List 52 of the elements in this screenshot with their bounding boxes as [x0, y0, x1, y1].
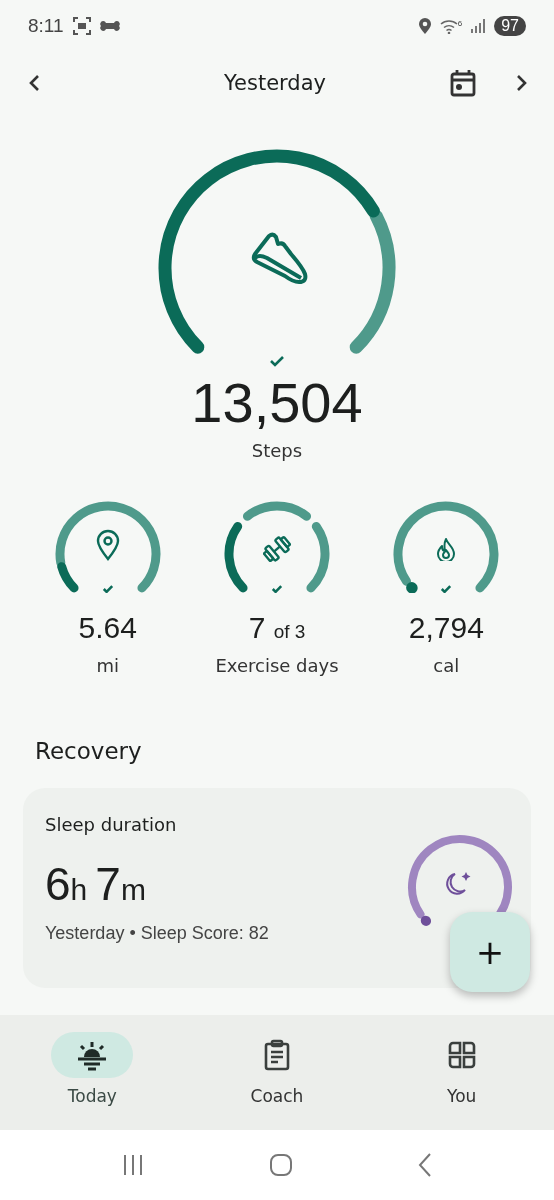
sleep-duration: 6h 7m: [45, 856, 147, 911]
add-button[interactable]: +: [450, 912, 530, 992]
location-icon: [417, 17, 432, 35]
page-title: Yesterday: [223, 71, 327, 95]
check-icon: [441, 584, 452, 593]
signal-icon: [470, 18, 487, 34]
battery-level: 97: [494, 16, 526, 36]
screenshot-icon: [71, 16, 92, 36]
section-heading: Recovery: [35, 737, 143, 764]
next-day-button[interactable]: [516, 74, 528, 92]
dumbbell-icon: [261, 534, 293, 564]
ring-fill: [420, 915, 432, 926]
card-title: Sleep duration: [45, 813, 178, 835]
ring-fill: [56, 561, 79, 593]
steps-label: Steps: [250, 439, 304, 461]
recents-button[interactable]: [122, 1154, 145, 1176]
clock: 8:11: [28, 15, 64, 37]
metric-label: mi: [96, 654, 119, 676]
flame-icon: [438, 538, 455, 562]
check-icon: [271, 584, 283, 593]
clipboard-icon: [263, 1039, 291, 1071]
nav-tab[interactable]: Coach: [184, 1032, 370, 1130]
moon-icon: [446, 871, 471, 895]
calendar-icon: [450, 69, 476, 97]
grid-icon: [446, 1040, 477, 1070]
wifi-icon: [439, 18, 458, 34]
previous-day-button[interactable]: [28, 74, 40, 92]
bone-icon: [99, 20, 120, 32]
ring-segment-fill: [224, 521, 248, 593]
recents-icon: [122, 1154, 145, 1176]
back-button[interactable]: [417, 1153, 432, 1177]
check-icon: [270, 356, 284, 367]
home-icon: [269, 1153, 293, 1177]
metric-value: 7 of 3: [248, 610, 306, 645]
sleep-summary: Yesterday • Sleep Score: 82: [45, 922, 270, 944]
home-button[interactable]: [269, 1153, 293, 1177]
metric-value: 2,794: [408, 610, 484, 645]
location-pin-icon: [97, 530, 118, 559]
chevron-left-icon: [28, 74, 40, 92]
back-icon: [417, 1153, 432, 1177]
check-icon: [102, 584, 113, 593]
chevron-right-icon: [516, 74, 528, 92]
metric-label: Exercise days: [215, 654, 339, 676]
nav-tab[interactable]: Today: [0, 1032, 185, 1130]
calendar-button[interactable]: [450, 69, 476, 97]
metric-label: cal: [433, 654, 460, 676]
metric-value: 5.64: [78, 610, 137, 645]
nav-tab[interactable]: You: [369, 1032, 554, 1130]
step-count: 13,504: [190, 372, 364, 434]
network-type-label: 6: [457, 18, 463, 28]
shoe-icon: [253, 234, 306, 282]
ring-fill: [406, 581, 418, 593]
